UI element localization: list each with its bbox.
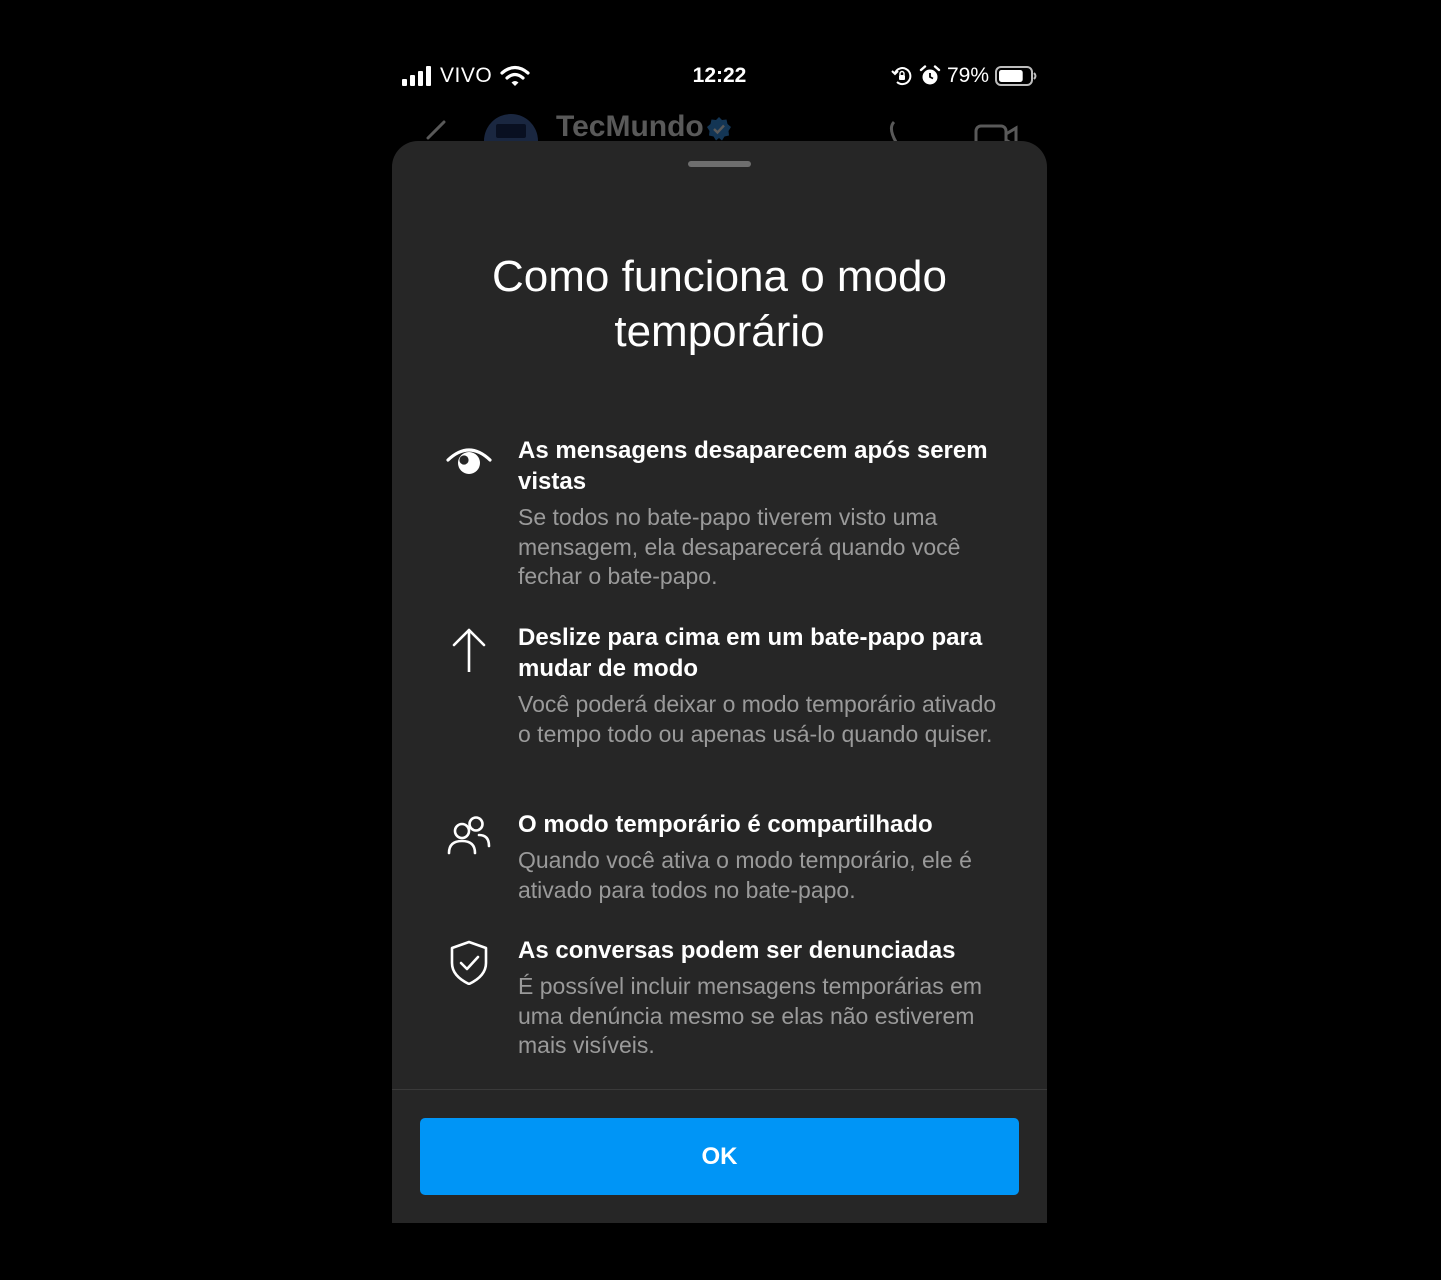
feature-description: Quando você ativa o modo temporário, ele…: [518, 847, 972, 903]
status-bar: VIVO 12:22 79%: [392, 52, 1047, 100]
signal-icon: [402, 66, 434, 86]
feature-text: Deslize para cima em um bate-papo para m…: [518, 622, 1008, 749]
feature-title: As conversas podem ser denunciadas: [518, 937, 956, 964]
alarm-icon: [919, 65, 941, 87]
feature-description: Você poderá deixar o modo temporário ati…: [518, 691, 997, 747]
wifi-icon: [500, 65, 530, 87]
feature-title: As mensagens desaparecem após serem vist…: [518, 437, 988, 495]
battery-percent: 79%: [946, 64, 989, 87]
feature-title: Deslize para cima em um bate-papo para m…: [518, 624, 983, 682]
carrier-name: VIVO: [440, 64, 493, 87]
feature-description: Se todos no bate-papo tiverem visto uma …: [518, 504, 961, 589]
feature-text: As mensagens desaparecem após serem vist…: [518, 435, 1008, 592]
feature-description: É possível incluir mensagens temporárias…: [518, 973, 983, 1058]
people-icon: [446, 813, 492, 859]
sheet-grabber[interactable]: [688, 161, 751, 167]
status-bar-right: 79%: [891, 52, 1037, 100]
eye-icon: [446, 439, 492, 485]
contact-name[interactable]: TecMundo: [556, 110, 704, 144]
rotation-lock-icon: [891, 65, 913, 87]
ok-button[interactable]: OK: [420, 1118, 1019, 1195]
sheet-divider: [392, 1089, 1047, 1090]
shield-check-icon: [446, 939, 492, 986]
battery-icon: [995, 65, 1037, 87]
feature-title: O modo temporário é compartilhado: [518, 811, 933, 838]
verified-icon: [706, 116, 732, 142]
info-bottom-sheet: Como funciona o modo temporário As mensa…: [392, 141, 1047, 1223]
sheet-title: Como funciona o modo temporário: [492, 252, 947, 356]
feature-text: O modo temporário é compartilhado Quando…: [518, 809, 1008, 905]
arrow-up-icon: [446, 626, 492, 674]
feature-text: As conversas podem ser denunciadas É pos…: [518, 935, 1008, 1061]
status-bar-left: VIVO: [402, 52, 530, 100]
phone-screen: VIVO 12:22 79% TecMundo Como funciona o …: [392, 0, 1047, 1280]
